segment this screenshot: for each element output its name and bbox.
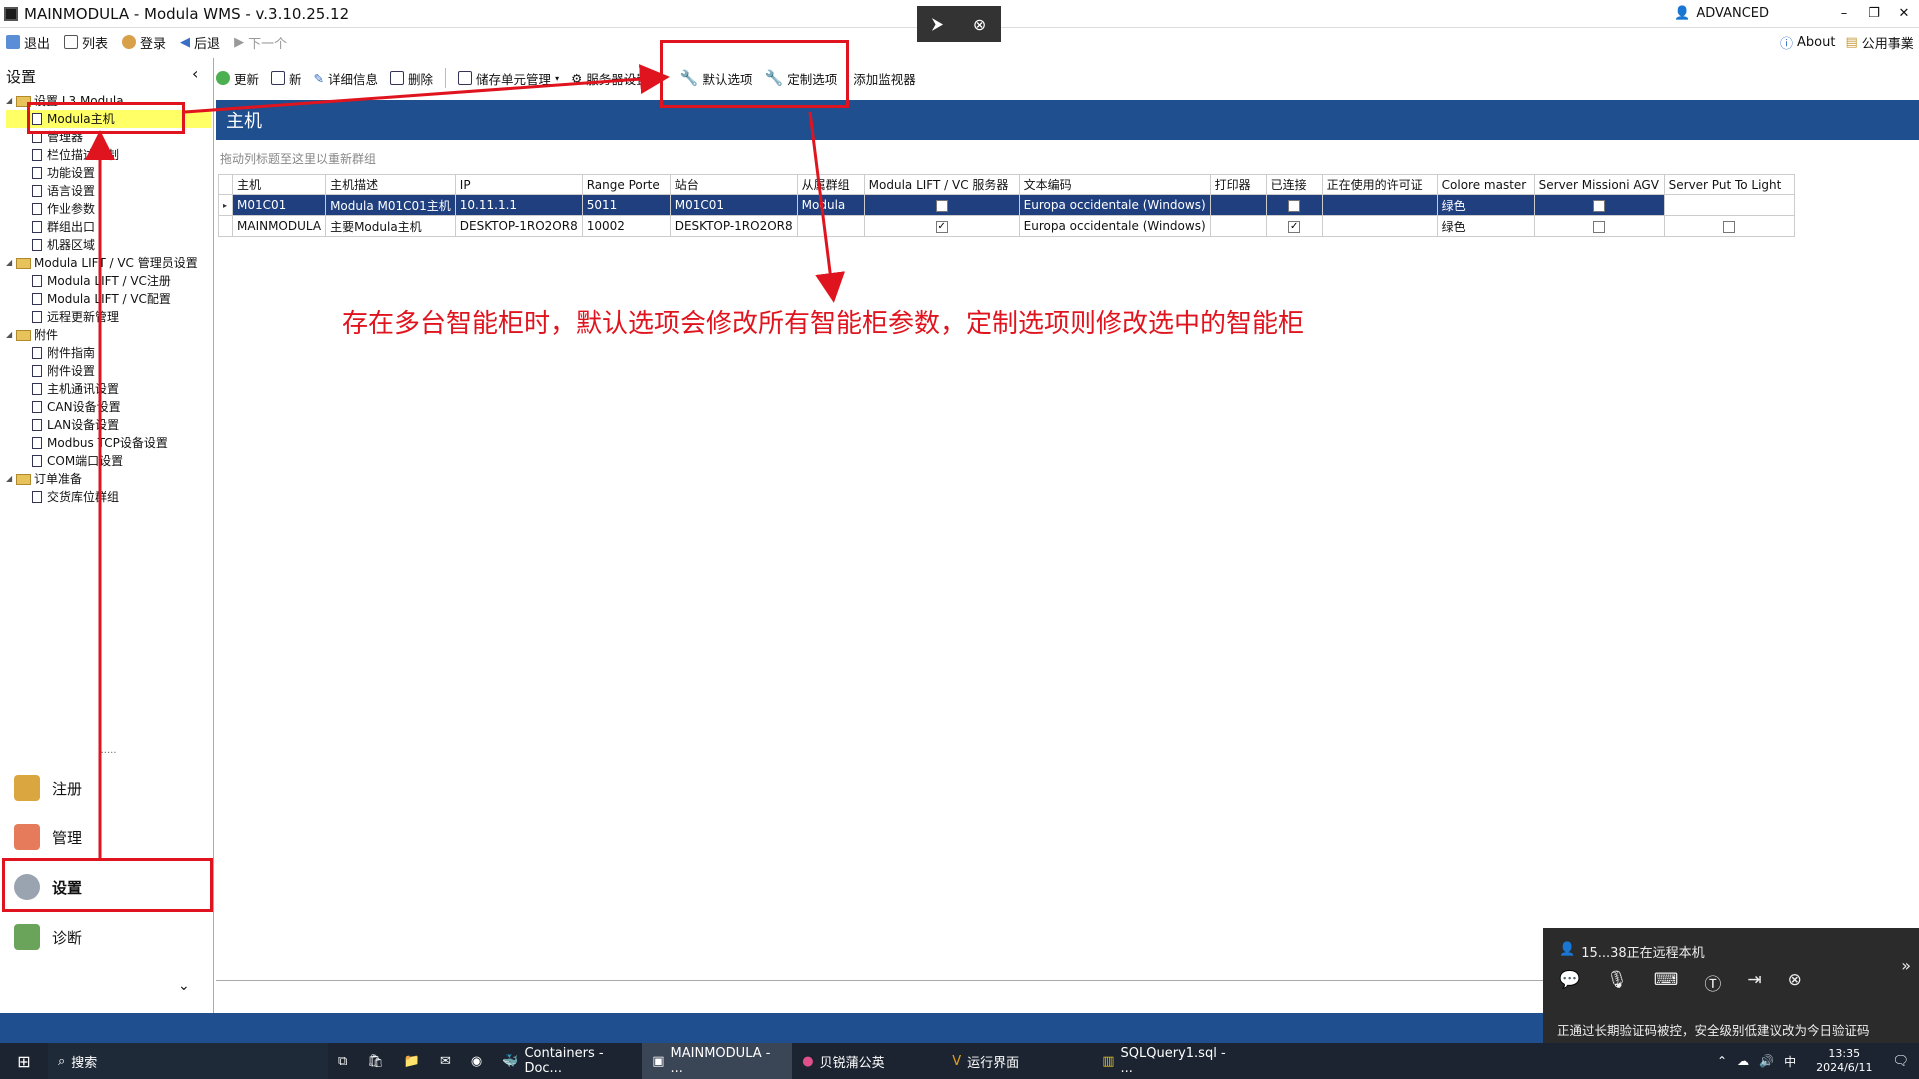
chevron-up-icon: ⌃ bbox=[1717, 1054, 1728, 1068]
arrow-to-annotation bbox=[808, 111, 846, 303]
arrow-to-options bbox=[184, 64, 670, 114]
chat-icon[interactable]: 💬 bbox=[1559, 970, 1580, 995]
task-runtime[interactable]: V 运行界面 bbox=[942, 1043, 1092, 1079]
sql-icon: ▥ bbox=[1102, 1053, 1115, 1069]
search-icon: ⌕ bbox=[58, 1053, 66, 1069]
windows-icon: ⊞ bbox=[17, 1051, 31, 1071]
store-icon[interactable]: 🛍 bbox=[357, 1043, 394, 1079]
lang-indicator: 中 bbox=[1784, 1054, 1797, 1069]
v-icon: V bbox=[952, 1053, 962, 1069]
close-circle-icon[interactable]: ⊗ bbox=[1788, 970, 1802, 995]
expand-icon[interactable]: » bbox=[1901, 956, 1911, 975]
task-view-button[interactable]: ⧉ bbox=[328, 1043, 357, 1079]
remote-actions: 💬 🎙 ⌨ Ⓣ ⇥ ⊗ bbox=[1559, 970, 1802, 995]
file-transfer-icon[interactable]: ⇥ bbox=[1747, 970, 1761, 995]
mail-icon[interactable]: ✉ bbox=[430, 1043, 461, 1079]
task-pgy[interactable]: ● 贝锐蒲公英 bbox=[792, 1043, 942, 1079]
system-tray[interactable]: ⌃ ☁ 🔊 中 bbox=[1707, 1043, 1806, 1079]
app-icon: ▣ bbox=[652, 1053, 665, 1069]
task-docker[interactable]: 🐳 Containers - Doc... bbox=[492, 1043, 642, 1079]
start-button[interactable]: ⊞ bbox=[0, 1043, 48, 1079]
edge-icon[interactable]: ◉ bbox=[461, 1043, 492, 1079]
keyboard-icon[interactable]: ⌨ bbox=[1654, 970, 1679, 995]
task-view-icon: ⧉ bbox=[338, 1053, 348, 1069]
clock[interactable]: 13:35 2024/6/11 bbox=[1806, 1043, 1882, 1079]
remote-control-panel: 👤 15...38正在远程本机 💬 🎙 ⌨ Ⓣ ⇥ ⊗ 正通过长期验证码被控，安全… bbox=[1543, 928, 1919, 1043]
app-window: MAINMODULA - Modula WMS - v.3.10.25.12 👤… bbox=[0, 0, 1919, 1079]
docker-icon: 🐳 bbox=[502, 1053, 519, 1069]
annotation-arrows bbox=[85, 64, 846, 860]
microphone-icon[interactable]: 🎙 bbox=[1606, 970, 1628, 995]
file-explorer-icon[interactable]: 📁 bbox=[394, 1043, 430, 1079]
network-icon: ☁ bbox=[1737, 1054, 1750, 1068]
pgy-icon: ● bbox=[802, 1053, 814, 1069]
remote-status: 👤 15...38正在远程本机 bbox=[1559, 942, 1705, 961]
search-box[interactable]: ⌕ 搜索 bbox=[48, 1043, 328, 1079]
remote-notice: 正通过长期验证码被控，安全级别低建议改为今日验证码 bbox=[1557, 1023, 1870, 1038]
task-mainmodula[interactable]: ▣ MAINMODULA - ... bbox=[642, 1043, 793, 1079]
task-sql[interactable]: ▥ SQLQuery1.sql - ... bbox=[1092, 1043, 1242, 1079]
text-icon[interactable]: Ⓣ bbox=[1704, 970, 1721, 995]
volume-icon: 🔊 bbox=[1759, 1054, 1775, 1068]
user-icon: 👤 bbox=[1559, 942, 1576, 957]
taskbar: ⊞ ⌕ 搜索 ⧉ 🛍 📁 ✉ ◉ 🐳 Containers - Doc... ▣ MA… bbox=[0, 1043, 1919, 1079]
notification-icon[interactable]: 🗨 bbox=[1882, 1043, 1919, 1079]
